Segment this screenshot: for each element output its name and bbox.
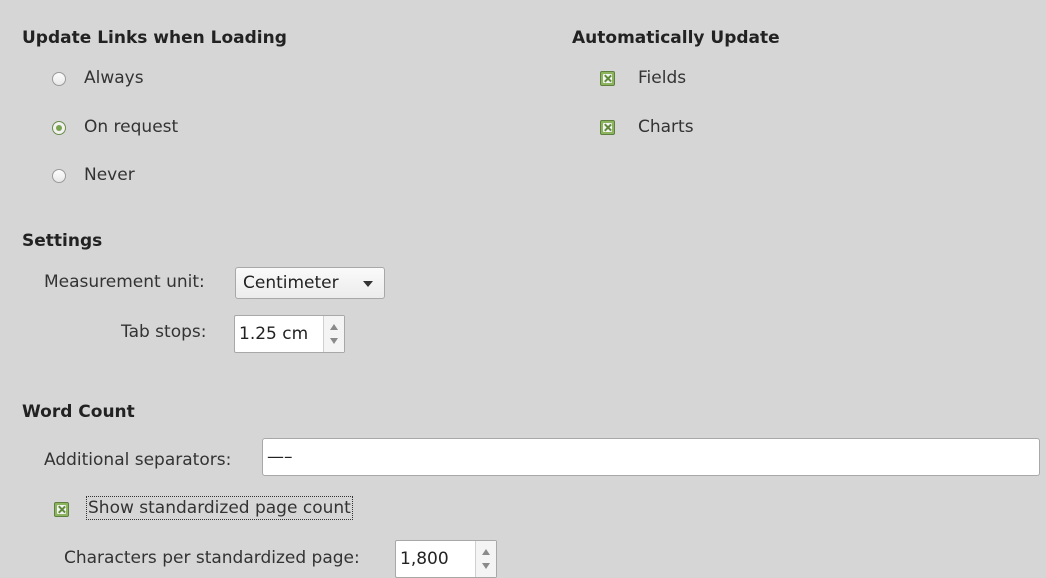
checkbox-charts-label: Charts: [638, 117, 694, 137]
radio-on-request-control[interactable]: [52, 121, 66, 135]
checkbox-fields-control[interactable]: [600, 71, 615, 86]
spin-up-icon[interactable]: [482, 549, 490, 555]
check-mark-icon: [57, 505, 66, 514]
checkbox-fields-label: Fields: [638, 68, 687, 88]
chars-per-page-spinfield[interactable]: 1,800: [395, 540, 497, 578]
radio-on-request-label: On request: [84, 117, 179, 137]
tab-stops-value: 1.25 cm: [239, 324, 309, 344]
chars-per-page-value: 1,800: [400, 549, 449, 569]
chars-per-page-label: Characters per standardized page:: [64, 548, 360, 568]
checkbox-charts[interactable]: Charts: [600, 117, 800, 139]
chevron-down-icon: [363, 281, 373, 287]
additional-separators-value: —–: [267, 447, 293, 467]
measurement-unit-dropdown[interactable]: Centimeter: [235, 267, 385, 299]
checkbox-fields[interactable]: Fields: [600, 68, 800, 90]
spin-down-icon[interactable]: [330, 338, 338, 344]
tab-stops-label: Tab stops:: [121, 322, 207, 342]
radio-never-control[interactable]: [52, 169, 66, 183]
checkbox-show-standardized-label: Show standardized page count: [86, 496, 353, 520]
spin-up-icon[interactable]: [330, 324, 338, 330]
radio-never[interactable]: Never: [52, 165, 252, 187]
check-mark-icon: [603, 123, 612, 132]
measurement-unit-value: Centimeter: [243, 273, 339, 293]
settings-heading: Settings: [22, 231, 103, 251]
checkbox-charts-control[interactable]: [600, 120, 615, 135]
radio-always-label: Always: [84, 68, 144, 88]
word-count-heading: Word Count: [22, 402, 135, 422]
radio-on-request[interactable]: On request: [52, 117, 252, 139]
spin-down-icon[interactable]: [482, 563, 490, 569]
tab-stops-spin-buttons[interactable]: [323, 316, 344, 352]
checkbox-show-standardized[interactable]: Show standardized page count: [54, 496, 384, 521]
additional-separators-input[interactable]: —–: [262, 438, 1040, 476]
radio-always-control[interactable]: [52, 72, 66, 86]
radio-never-label: Never: [84, 165, 135, 185]
additional-separators-label: Additional separators:: [44, 450, 232, 470]
tab-stops-spinfield[interactable]: 1.25 cm: [234, 315, 345, 353]
update-links-heading: Update Links when Loading: [22, 28, 287, 48]
checkbox-show-standardized-control[interactable]: [54, 502, 69, 517]
auto-update-heading: Automatically Update: [572, 28, 780, 48]
chars-per-page-spin-buttons[interactable]: [475, 541, 496, 577]
check-mark-icon: [603, 74, 612, 83]
radio-always[interactable]: Always: [52, 68, 252, 90]
measurement-unit-label: Measurement unit:: [44, 272, 205, 292]
